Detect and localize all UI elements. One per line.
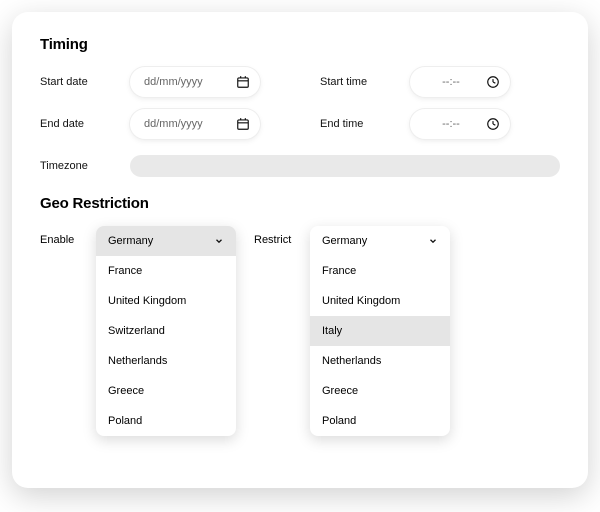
start-time-label: Start time	[320, 76, 410, 88]
chevron-down-icon	[428, 236, 438, 246]
dropdown-option[interactable]: Greece	[96, 376, 236, 406]
dropdown-option-label: Switzerland	[108, 325, 165, 337]
timezone-row: Timezone	[40, 155, 560, 177]
dropdown-option[interactable]: United Kingdom	[310, 286, 450, 316]
start-date-input[interactable]: dd/mm/yyyy	[130, 67, 260, 97]
dropdown-option-label: Netherlands	[322, 355, 381, 367]
clock-icon	[486, 75, 500, 89]
start-date-value: dd/mm/yyyy	[144, 76, 228, 88]
dropdown-option-label: Poland	[108, 415, 142, 427]
geo-heading: Geo Restriction	[40, 195, 560, 212]
restrict-col: Restrict Germany France United Kingdom Ital…	[254, 226, 450, 436]
dropdown-option[interactable]: Netherlands	[310, 346, 450, 376]
dropdown-option[interactable]: Italy	[310, 316, 450, 346]
dropdown-option[interactable]: Poland	[310, 406, 450, 436]
dropdown-option-label: France	[108, 265, 142, 277]
start-date-label: Start date	[40, 76, 130, 88]
end-row: End date dd/mm/yyyy End time --:--	[40, 109, 560, 139]
dropdown-option-label: Germany	[108, 235, 153, 247]
start-time-value: --:--	[424, 76, 478, 88]
dropdown-option-label: United Kingdom	[108, 295, 186, 307]
geo-row: Enable Germany France United Kingdom Switze…	[40, 226, 560, 436]
settings-card: Timing Start date dd/mm/yyyy Start time …	[12, 12, 588, 488]
dropdown-option-label: Greece	[322, 385, 358, 397]
dropdown-option[interactable]: France	[96, 256, 236, 286]
calendar-icon	[236, 117, 250, 131]
end-date-value: dd/mm/yyyy	[144, 118, 228, 130]
enable-col: Enable Germany France United Kingdom Switze…	[40, 226, 236, 436]
calendar-icon	[236, 75, 250, 89]
end-date-input[interactable]: dd/mm/yyyy	[130, 109, 260, 139]
dropdown-option-label: Greece	[108, 385, 144, 397]
end-time-label: End time	[320, 118, 410, 130]
dropdown-option-label: Germany	[322, 235, 367, 247]
dropdown-option-label: Netherlands	[108, 355, 167, 367]
chevron-down-icon	[214, 236, 224, 246]
start-row: Start date dd/mm/yyyy Start time --:--	[40, 67, 560, 97]
restrict-label: Restrict	[254, 226, 298, 246]
enable-dropdown[interactable]: Germany France United Kingdom Switzerland Ne…	[96, 226, 236, 436]
enable-label: Enable	[40, 226, 84, 246]
dropdown-option[interactable]: Germany	[310, 226, 450, 256]
timing-heading: Timing	[40, 36, 560, 53]
end-date-label: End date	[40, 118, 130, 130]
timezone-label: Timezone	[40, 160, 130, 172]
dropdown-option[interactable]: Poland	[96, 406, 236, 436]
clock-icon	[486, 117, 500, 131]
dropdown-option-label: France	[322, 265, 356, 277]
end-time-input[interactable]: --:--	[410, 109, 510, 139]
dropdown-option-label: United Kingdom	[322, 295, 400, 307]
restrict-dropdown[interactable]: Germany France United Kingdom Italy Netherla…	[310, 226, 450, 436]
dropdown-option[interactable]: Switzerland	[96, 316, 236, 346]
timezone-input[interactable]	[130, 155, 560, 177]
dropdown-option[interactable]: France	[310, 256, 450, 286]
dropdown-option[interactable]: Netherlands	[96, 346, 236, 376]
dropdown-option-label: Italy	[322, 325, 342, 337]
end-time-value: --:--	[424, 118, 478, 130]
dropdown-option[interactable]: United Kingdom	[96, 286, 236, 316]
dropdown-option[interactable]: Germany	[96, 226, 236, 256]
dropdown-option-label: Poland	[322, 415, 356, 427]
dropdown-option[interactable]: Greece	[310, 376, 450, 406]
start-time-input[interactable]: --:--	[410, 67, 510, 97]
